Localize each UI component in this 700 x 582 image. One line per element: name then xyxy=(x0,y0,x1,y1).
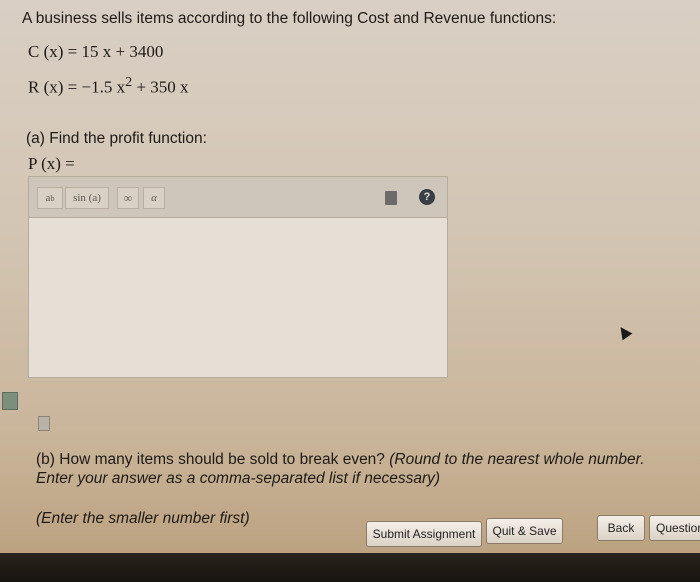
quit-save-button[interactable]: Quit & Save xyxy=(486,518,563,544)
keyboard-icon[interactable] xyxy=(2,392,18,410)
document-icon[interactable] xyxy=(38,416,50,431)
mouse-cursor-icon xyxy=(615,323,633,341)
part-b-question: (b) How many items should be sold to bre… xyxy=(36,451,390,468)
back-button[interactable]: Back xyxy=(597,515,645,541)
bottom-bezel xyxy=(0,553,700,582)
revenue-function: R (x) = −1.5 x2 + 350 x xyxy=(28,74,189,98)
answer-input[interactable] xyxy=(29,218,447,376)
sin-button[interactable]: sin (a) xyxy=(65,187,109,209)
submit-assignment-button[interactable]: Submit Assignment xyxy=(366,521,482,547)
infinity-button[interactable]: ∞ xyxy=(117,187,139,209)
power-exp: b xyxy=(50,193,55,203)
part-b-prompt: (b) How many items should be sold to bre… xyxy=(36,450,686,488)
editor-toolbar: ab sin (a) ∞ α ? xyxy=(29,177,447,218)
revenue-rhs: + 350 x xyxy=(132,77,189,97)
problem-intro: A business sells items according to the … xyxy=(22,10,557,27)
math-editor: ab sin (a) ∞ α ? xyxy=(28,176,448,378)
part-b-order-note: (Enter the smaller number first) xyxy=(36,510,250,527)
revenue-lhs: R (x) = −1.5 x xyxy=(28,77,126,97)
trash-icon[interactable] xyxy=(385,191,397,205)
question-button[interactable]: Question xyxy=(649,515,700,541)
cost-function: C (x) = 15 x + 3400 xyxy=(28,42,164,61)
part-a-prompt: (a) Find the profit function: xyxy=(26,130,207,147)
help-icon[interactable]: ? xyxy=(419,189,435,205)
part-b-rounding-note: (Round to the nearest whole number. xyxy=(389,451,645,468)
profit-label: P (x) = xyxy=(28,154,75,173)
part-b-format-note: Enter your answer as a comma-separated l… xyxy=(36,470,441,487)
alpha-button[interactable]: α xyxy=(143,187,165,209)
power-button[interactable]: ab xyxy=(37,187,63,209)
